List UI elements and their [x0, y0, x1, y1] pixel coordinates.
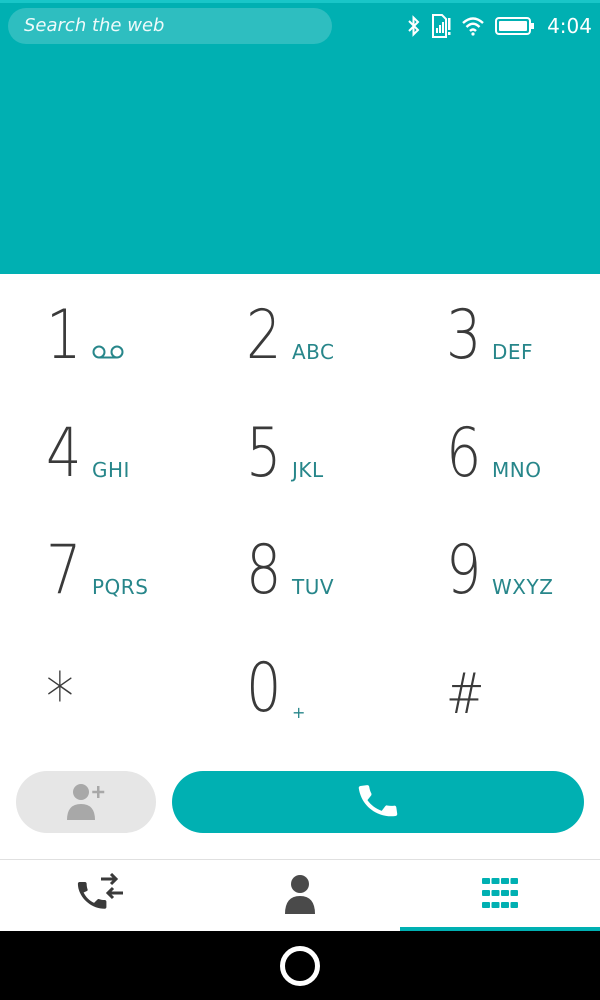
- keypad-icon: [482, 877, 518, 914]
- key-digit: #: [446, 661, 485, 727]
- number-display[interactable]: [0, 46, 600, 274]
- navigation-bar: [0, 931, 600, 1000]
- key-letters: +: [292, 702, 306, 722]
- key-letters: PQRS: [92, 575, 149, 599]
- key-0[interactable]: 0 +: [200, 627, 400, 745]
- key-letters: JKL: [292, 457, 324, 482]
- tab-keypad[interactable]: [400, 860, 600, 931]
- call-log-icon: [75, 872, 125, 919]
- key-1[interactable]: 1: [0, 274, 200, 392]
- key-4[interactable]: 4 GHI: [0, 392, 200, 510]
- key-letters: DEF: [492, 340, 534, 364]
- key-digit: *: [46, 658, 74, 738]
- key-letters: ABC: [292, 340, 335, 364]
- key-digit: 5: [246, 413, 282, 493]
- key-letters: TUV: [292, 575, 335, 599]
- key-6[interactable]: 6 MNO: [400, 392, 600, 510]
- key-digit: 3: [446, 296, 482, 375]
- status-icons: 4:04: [407, 9, 592, 43]
- key-3[interactable]: 3 DEF: [400, 274, 600, 392]
- phone-icon: [355, 778, 401, 827]
- battery-icon: [495, 17, 535, 35]
- key-letters: MNO: [492, 457, 542, 482]
- tab-call-log[interactable]: [0, 860, 200, 931]
- tab-contacts[interactable]: [200, 860, 400, 931]
- status-bar: Search the web 4:04: [0, 0, 600, 46]
- dial-keypad: 1 2 ABC 3 DEF 4 GHI 5 JKL 6 MNO 7 PQRS 8…: [0, 274, 600, 744]
- sim-signal-icon: [431, 14, 451, 38]
- home-button[interactable]: [280, 945, 320, 986]
- call-button[interactable]: [172, 771, 584, 833]
- key-digit: 6: [446, 413, 482, 493]
- key-hash[interactable]: #: [400, 627, 600, 745]
- add-contact-button[interactable]: [16, 771, 156, 833]
- key-digit: 9: [446, 531, 482, 610]
- key-2[interactable]: 2 ABC: [200, 274, 400, 392]
- tab-bar: [0, 859, 600, 931]
- key-digit: 7: [46, 531, 82, 610]
- key-7[interactable]: 7 PQRS: [0, 509, 200, 627]
- contact-icon: [283, 874, 317, 918]
- clock: 4:04: [547, 14, 592, 38]
- bluetooth-icon: [407, 15, 421, 37]
- key-digit: 2: [246, 296, 282, 375]
- key-letters: GHI: [92, 457, 130, 482]
- key-letters: WXYZ: [492, 575, 554, 599]
- search-input[interactable]: Search the web: [8, 8, 332, 44]
- key-digit: 4: [46, 413, 82, 493]
- voicemail-icon: [92, 344, 124, 364]
- key-digit: 0: [246, 648, 282, 728]
- key-5[interactable]: 5 JKL: [200, 392, 400, 510]
- key-digit: 8: [246, 531, 282, 610]
- key-8[interactable]: 8 TUV: [200, 509, 400, 627]
- key-9[interactable]: 9 WXYZ: [400, 509, 600, 627]
- key-digit: 1: [46, 296, 82, 375]
- wifi-icon: [461, 16, 485, 36]
- key-star[interactable]: *: [0, 627, 200, 745]
- add-contact-icon: [63, 778, 109, 827]
